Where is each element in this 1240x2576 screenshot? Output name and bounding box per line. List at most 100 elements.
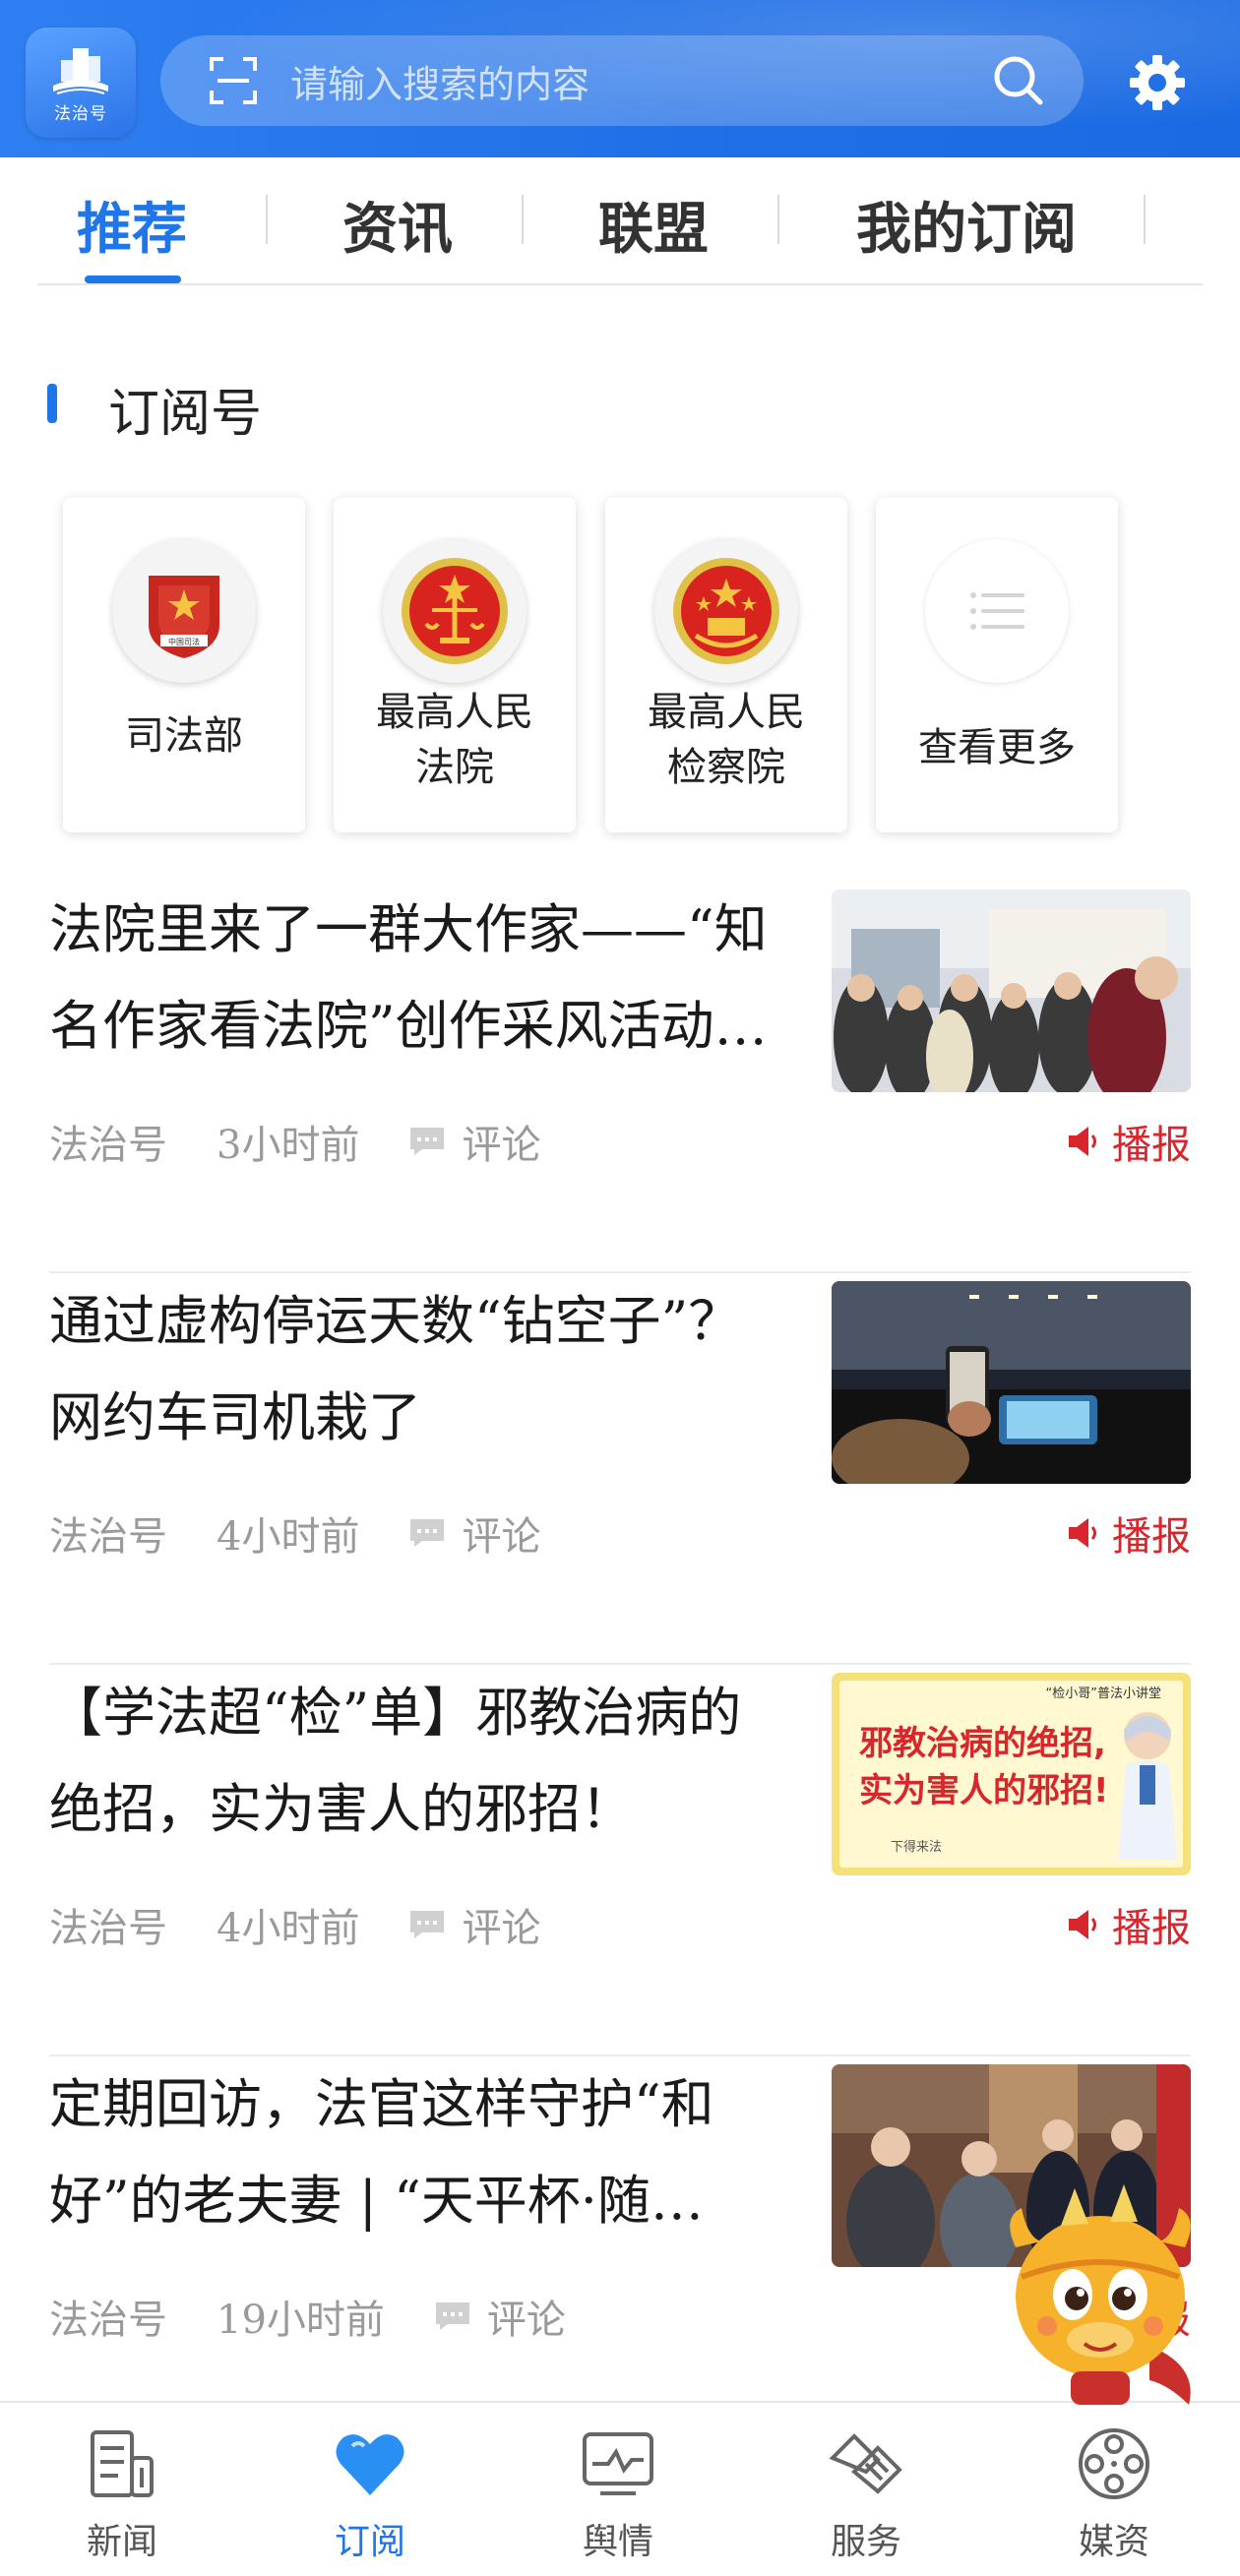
tab-divider [266, 195, 268, 244]
nav-label: 媒资 [1078, 2522, 1149, 2562]
news-title[interactable]: 法院里来了一群大作家——“知 名作家看法院”创作采风活动… [49, 882, 809, 1074]
news-source: 法治号 [49, 1514, 167, 1560]
dragon-mascot-icon[interactable] [1002, 2178, 1212, 2411]
search-bar[interactable]: 请输入搜索的内容 [160, 35, 1084, 126]
logo-text: 法治号 [54, 103, 107, 124]
monitor-icon [583, 2432, 653, 2495]
nav-public-opinion[interactable]: 舆情 [539, 2424, 697, 2564]
nav-label: 服务 [830, 2522, 901, 2562]
news-source: 法治号 [49, 2298, 167, 2343]
broadcast-label: 播报 [1112, 1123, 1191, 1168]
comment-icon [410, 1911, 445, 1938]
comment-label: 评论 [462, 1906, 541, 1951]
broadcast-label: 播报 [1112, 1514, 1191, 1560]
news-item[interactable]: 通过虚构停运天数“钻空子”？ 网约车司机栽了 法治号 4小时前 评论 播报 [49, 1273, 1191, 1665]
news-title[interactable]: 【学法超“检”单】邪教治病的 绝招，实为害人的邪招！ [49, 1665, 809, 1858]
news-time: 19小时前 [217, 2298, 385, 2343]
tab-news[interactable]: 资讯 [342, 185, 453, 265]
news-source: 法治号 [49, 1906, 167, 1951]
nav-service[interactable]: 服务 [787, 2424, 945, 2564]
tab-my-subscriptions[interactable]: 我的订阅 [856, 185, 1077, 265]
list-icon [925, 539, 1069, 683]
news-meta: 法治号 19小时前 评论 [49, 2288, 615, 2345]
subscription-name: 司法部 [125, 713, 243, 759]
comment-button[interactable]: 评论 [408, 1113, 540, 1170]
speaker-icon [1069, 1127, 1096, 1156]
broadcast-button[interactable]: 播报 [1065, 1113, 1191, 1170]
category-tabs: 推荐 资讯 联盟 我的订阅 [37, 157, 1203, 285]
comment-button[interactable]: 评论 [408, 1896, 540, 1953]
subscription-name-line2: 检察院 [667, 745, 785, 790]
section-marker [47, 384, 57, 423]
nav-news[interactable]: 新闻 [43, 2424, 201, 2564]
tab-alliance[interactable]: 联盟 [598, 185, 709, 265]
news-time: 4小时前 [217, 1906, 360, 1951]
broadcast-label: 播报 [1112, 1906, 1191, 1951]
news-meta: 法治号 3小时前 评论 [49, 1113, 589, 1170]
section-title: 订阅号 [108, 385, 263, 444]
nav-label: 舆情 [582, 2522, 653, 2562]
comment-button[interactable]: 评论 [408, 1504, 540, 1562]
thumb-headline-2: 实为害人的邪招! [859, 1771, 1109, 1810]
cartoon-figure [1118, 1712, 1177, 1860]
tab-divider [522, 195, 524, 244]
subscription-name-line2: 法院 [415, 745, 494, 790]
news-thumbnail[interactable]: “检小哥”普法小讲堂 邪教治病的绝招, 实为害人的邪招! 下得来法 [832, 1673, 1191, 1875]
news-meta: 法治号 4小时前 评论 [49, 1504, 589, 1562]
broadcast-button[interactable]: 播报 [1065, 1896, 1191, 1953]
thumb-tagline: “检小哥”普法小讲堂 [1045, 1687, 1161, 1701]
film-reel-icon [1079, 2428, 1149, 2499]
news-thumbnail[interactable] [832, 1281, 1191, 1484]
scan-icon[interactable] [206, 53, 261, 108]
nav-label: 订阅 [334, 2522, 405, 2562]
search-input[interactable]: 请输入搜索的内容 [290, 54, 989, 108]
news-meta: 法治号 4小时前 评论 [49, 1896, 589, 1953]
heart-icon [336, 2434, 404, 2495]
bottom-nav: 新闻 订阅 舆情 服务 媒资 [0, 2401, 1240, 2576]
procuratorate-emblem [654, 539, 798, 683]
ministry-of-justice-emblem: 中国司法 [112, 539, 256, 683]
news-time: 4小时前 [217, 1514, 360, 1560]
newspaper-icon [91, 2430, 154, 2497]
subscription-card-procuratorate[interactable]: 最高人民 检察院 [605, 498, 847, 832]
building-logo-icon [53, 47, 108, 94]
news-thumbnail[interactable] [832, 889, 1191, 1092]
subscription-name-line1: 最高人民 [376, 690, 533, 735]
comment-icon [410, 1519, 445, 1547]
tab-divider [777, 195, 779, 244]
broadcast-button[interactable]: 播报 [1065, 1504, 1191, 1562]
subscription-card-ministry[interactable]: 中国司法 司法部 [63, 498, 305, 832]
news-source: 法治号 [49, 1123, 167, 1168]
app-logo[interactable]: 法治号 [26, 28, 136, 138]
nav-media[interactable]: 媒资 [1035, 2424, 1193, 2564]
active-tab-indicator [85, 276, 181, 283]
subscription-card-more[interactable]: 查看更多 [876, 498, 1118, 832]
thumb-headline-1: 邪教治病的绝招, [859, 1724, 1106, 1763]
comment-icon [435, 2302, 469, 2330]
news-item[interactable]: 法院里来了一群大作家——“知 名作家看法院”创作采风活动… 法治号 3小时前 评… [49, 882, 1191, 1273]
subscription-card-supreme-court[interactable]: 最高人民 法院 [334, 498, 576, 832]
comment-label: 评论 [462, 1123, 541, 1168]
svg-text:中国司法: 中国司法 [168, 637, 200, 646]
tab-divider [1144, 195, 1146, 244]
news-title[interactable]: 定期回访，法官这样守护“和 好”的老夫妻 | “天平杯·随… [49, 2056, 809, 2249]
speaker-icon [1069, 1518, 1096, 1548]
comment-label: 评论 [462, 1514, 541, 1560]
tab-recommend[interactable]: 推荐 [77, 185, 187, 265]
thumb-signature: 下得来法 [891, 1840, 943, 1855]
comment-label: 评论 [486, 2298, 566, 2343]
speaker-icon [1069, 1910, 1096, 1939]
supreme-court-emblem [383, 539, 527, 683]
nav-label: 新闻 [86, 2522, 157, 2562]
handshake-icon [829, 2433, 902, 2494]
news-time: 3小时前 [217, 1123, 360, 1168]
gear-icon[interactable] [1126, 51, 1189, 114]
search-icon[interactable] [989, 51, 1048, 110]
news-title[interactable]: 通过虚构停运天数“钻空子”？ 网约车司机栽了 [49, 1273, 809, 1466]
comment-button[interactable]: 评论 [434, 2288, 566, 2345]
comment-icon [410, 1128, 445, 1155]
top-header: 法治号 请输入搜索的内容 [0, 0, 1240, 157]
see-more-label: 查看更多 [918, 725, 1076, 770]
nav-subscribe[interactable]: 订阅 [291, 2424, 449, 2564]
news-item[interactable]: 【学法超“检”单】邪教治病的 绝招，实为害人的邪招！ “检小哥”普法小讲堂 邪教… [49, 1665, 1191, 2056]
